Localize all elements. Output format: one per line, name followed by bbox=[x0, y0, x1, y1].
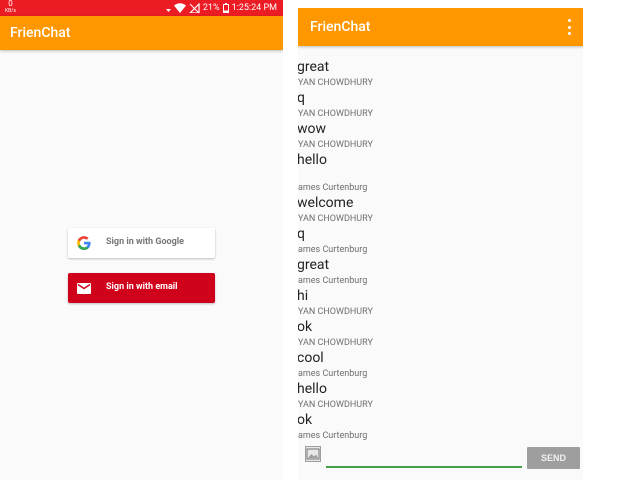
message-text: welcome bbox=[298, 195, 354, 211]
message-item[interactable]: ok ames Curtenburg bbox=[298, 411, 583, 442]
message-text: q bbox=[298, 226, 305, 242]
envelope-icon bbox=[77, 281, 91, 295]
message-sender: YAN CHOWDHURY bbox=[298, 214, 373, 224]
message-item[interactable]: great ames Curtenburg bbox=[298, 256, 583, 287]
message-text: wow bbox=[298, 121, 327, 137]
google-g-icon bbox=[77, 236, 91, 250]
message-text: hello bbox=[298, 152, 327, 168]
message-item[interactable]: hello YAN CHOWDHURY bbox=[298, 380, 583, 411]
app-title: FrienChat bbox=[10, 25, 71, 41]
message-text: hi bbox=[298, 288, 309, 304]
network-speed: 0 KB/s bbox=[5, 0, 16, 14]
no-signal-icon bbox=[189, 3, 200, 13]
battery-icon bbox=[222, 3, 229, 13]
message-text: great bbox=[298, 59, 330, 75]
message-item[interactable]: hello ames Curtenburg bbox=[298, 151, 583, 194]
message-text: cool bbox=[298, 350, 324, 366]
message-item[interactable]: ok YAN CHOWDHURY bbox=[298, 318, 583, 349]
message-sender: ames Curtenburg bbox=[298, 369, 368, 379]
message-sender: YAN CHOWDHURY bbox=[298, 140, 373, 150]
app-title: FrienChat bbox=[310, 19, 371, 35]
message-item[interactable]: wow YAN CHOWDHURY bbox=[298, 120, 583, 151]
message-input[interactable] bbox=[326, 446, 522, 468]
message-sender: ames Curtenburg bbox=[298, 245, 368, 255]
message-text: ok bbox=[298, 319, 313, 335]
status-bar: 0 KB/s 21% 1:25:24 PM bbox=[0, 0, 283, 16]
message-text: ok bbox=[298, 412, 313, 428]
wifi-icon bbox=[173, 3, 186, 13]
message-sender: ames Curtenburg bbox=[298, 183, 368, 193]
network-speed-value: 0 bbox=[8, 0, 13, 8]
message-item[interactable]: cool ames Curtenburg bbox=[298, 349, 583, 380]
message-composer: SEND bbox=[298, 440, 583, 480]
message-sender: ames Curtenburg bbox=[298, 276, 368, 286]
message-sender: YAN CHOWDHURY bbox=[298, 338, 373, 348]
clock: 1:25:24 PM bbox=[231, 3, 277, 13]
battery-percent: 21% bbox=[202, 3, 220, 13]
login-screen: 0 KB/s 21% 1:25:24 PM FrienChat Sign in … bbox=[0, 0, 283, 480]
chat-screen: FrienChat great YAN CHOWDHURY q YAN CHOW… bbox=[298, 8, 583, 480]
sign-in-google-button[interactable]: Sign in with Google bbox=[68, 228, 215, 258]
overflow-menu-icon[interactable] bbox=[565, 19, 573, 35]
message-sender: YAN CHOWDHURY bbox=[298, 109, 373, 119]
message-item[interactable]: great YAN CHOWDHURY bbox=[298, 58, 583, 89]
message-text: q bbox=[298, 90, 305, 106]
message-item[interactable]: q ames Curtenburg bbox=[298, 225, 583, 256]
app-bar: FrienChat bbox=[0, 16, 283, 50]
message-item[interactable]: hi YAN CHOWDHURY bbox=[298, 287, 583, 318]
send-button[interactable]: SEND bbox=[527, 447, 580, 469]
message-sender: YAN CHOWDHURY bbox=[298, 78, 373, 88]
sign-in-email-button[interactable]: Sign in with email bbox=[68, 273, 215, 303]
message-sender: YAN CHOWDHURY bbox=[298, 307, 373, 317]
message-sender: YAN CHOWDHURY bbox=[298, 400, 373, 410]
message-item[interactable]: q YAN CHOWDHURY bbox=[298, 89, 583, 120]
network-speed-unit: KB/s bbox=[5, 8, 16, 14]
message-text: hello bbox=[298, 381, 327, 397]
data-arrows-icon bbox=[165, 4, 171, 12]
message-item[interactable]: welcome YAN CHOWDHURY bbox=[298, 194, 583, 225]
image-icon[interactable] bbox=[305, 446, 321, 462]
sign-in-email-label: Sign in with email bbox=[106, 282, 178, 292]
message-list[interactable]: great YAN CHOWDHURY q YAN CHOWDHURY wow … bbox=[298, 58, 583, 446]
app-bar: FrienChat bbox=[298, 8, 583, 46]
message-text: great bbox=[298, 257, 330, 273]
sign-in-google-label: Sign in with Google bbox=[106, 237, 185, 247]
